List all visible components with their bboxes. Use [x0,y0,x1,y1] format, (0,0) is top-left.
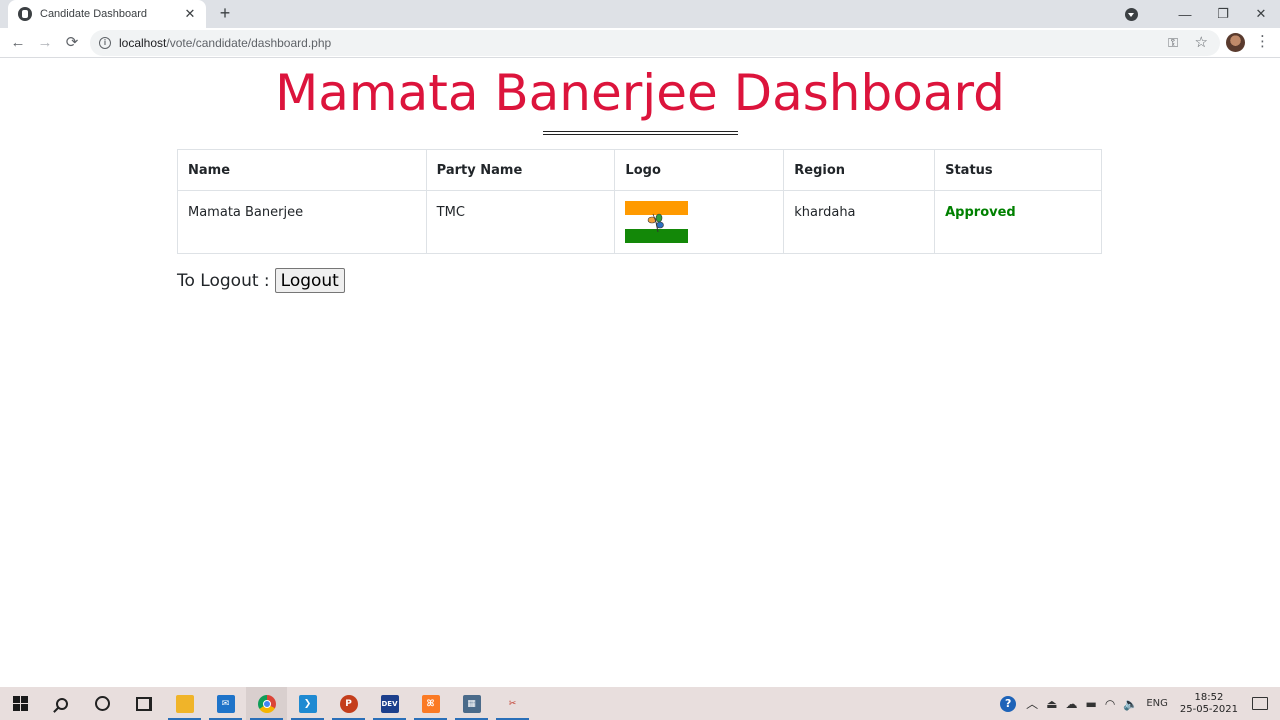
password-key-icon[interactable]: ⚿ [1168,35,1178,51]
vscode-icon: ❯ [298,694,317,713]
url-path: /vote/candidate/dashboard.php [166,36,332,50]
powerpoint-icon: P [339,694,358,713]
chrome-icon [257,694,276,713]
profile-avatar[interactable] [1226,33,1245,52]
logout-label: To Logout : [177,270,270,291]
onedrive-icon[interactable]: ☁ [1066,697,1078,711]
cell-status: Approved [934,190,1102,254]
browser-tab[interactable]: Candidate Dashboard ✕ [8,0,206,28]
taskbar-dev-cpp[interactable]: DEV [369,687,410,720]
taskbar-task-view[interactable] [123,687,164,720]
tab-strip: Candidate Dashboard ✕ + — ❐ ✕ [0,0,1280,28]
address-bar[interactable]: i localhost/vote/candidate/dashboard.php… [90,30,1220,56]
page-title: Mamata Banerjee Dashboard [275,64,1005,122]
mail-icon: ✉ [216,694,235,713]
url-text: localhost/vote/candidate/dashboard.php [119,36,331,50]
back-arrow-icon[interactable]: ← [7,32,29,54]
task-view-icon [135,696,152,711]
page-favicon-icon [18,7,32,21]
tab-title: Candidate Dashboard [40,8,148,20]
clock-date: 25-05-2021 [1179,703,1238,715]
volume-icon[interactable]: 🔈 [1123,697,1138,711]
forward-arrow-icon[interactable]: → [34,32,56,54]
tab-close-icon[interactable]: ✕ [182,6,198,22]
taskbar-file-explorer[interactable] [164,687,205,720]
header-status: Status [934,149,1102,191]
taskbar-powerpoint[interactable]: P [328,687,369,720]
logout-row: To Logout : Logout [177,268,345,293]
window-controls: — ❐ ✕ [1125,0,1280,28]
language-indicator[interactable]: ENG [1146,698,1168,709]
cell-name: Mamata Banerjee [177,190,427,254]
help-icon[interactable]: ? [1000,695,1017,712]
tab-search-icon[interactable] [1125,7,1138,21]
new-tab-button[interactable]: + [215,3,235,23]
taskbar: ✉ ❯ P DEV ꕤ ▦ ✂ ? ︿ ⏏ ☁ ▬ ◠ 🔈 ENG 18:52 … [0,687,1280,720]
start-button[interactable] [0,687,41,720]
browser-toolbar: ← → ⟳ i localhost/vote/candidate/dashboa… [0,28,1280,58]
taskbar-chrome[interactable] [246,687,287,720]
cell-logo [614,190,785,254]
taskbar-mail[interactable]: ✉ [205,687,246,720]
search-icon [55,697,68,710]
taskbar-calculator[interactable]: ▦ [451,687,492,720]
party-flag-logo [625,201,689,243]
cortana-icon [95,696,110,711]
bookmark-star-icon[interactable]: ☆ [1195,33,1208,51]
header-region: Region [783,149,936,191]
show-hidden-icons-icon[interactable]: ︿ [1026,695,1038,712]
url-host: localhost [119,36,167,50]
system-tray: ? ︿ ⏏ ☁ ▬ ◠ 🔈 ENG 18:52 25-05-2021 [1000,687,1280,720]
battery-icon[interactable]: ▬ [1086,697,1097,711]
site-info-icon[interactable]: i [99,37,111,49]
table-row: Mamata Banerjee TMC khardaha Approved [177,190,1102,254]
header-party-name: Party Name [425,149,616,191]
taskbar-xampp[interactable]: ꕤ [410,687,451,720]
cell-region: khardaha [783,190,936,254]
notification-center-icon[interactable] [1252,697,1268,710]
candidate-table: Name Party Name Logo Region Status Mamat… [177,149,1102,254]
browser-menu-icon[interactable]: ⋮ [1255,31,1270,53]
minimize-button[interactable]: — [1166,0,1204,28]
taskbar-search[interactable] [41,687,82,720]
snipping-tool-icon: ✂ [503,694,522,713]
xampp-icon: ꕤ [421,694,440,713]
cell-party: TMC [425,190,616,254]
start-icon [13,696,28,711]
title-underline [543,131,738,135]
header-logo: Logo [614,149,785,191]
clock[interactable]: 18:52 25-05-2021 [1180,692,1238,716]
dev-cpp-icon: DEV [380,694,399,713]
wifi-icon[interactable]: ◠ [1105,697,1115,711]
file-explorer-icon [175,694,194,713]
usb-icon[interactable]: ⏏ [1046,697,1057,711]
calculator-icon: ▦ [462,694,481,713]
clock-time: 18:52 [1194,691,1224,703]
taskbar-cortana[interactable] [82,687,123,720]
header-name: Name [177,149,427,191]
maximize-button[interactable]: ❐ [1204,0,1242,28]
logout-button[interactable]: Logout [274,268,345,293]
reload-icon[interactable]: ⟳ [61,32,83,54]
table-header-row: Name Party Name Logo Region Status [177,149,1102,191]
taskbar-snipping-tool[interactable]: ✂ [492,687,533,720]
close-window-button[interactable]: ✕ [1242,0,1280,28]
taskbar-vscode[interactable]: ❯ [287,687,328,720]
